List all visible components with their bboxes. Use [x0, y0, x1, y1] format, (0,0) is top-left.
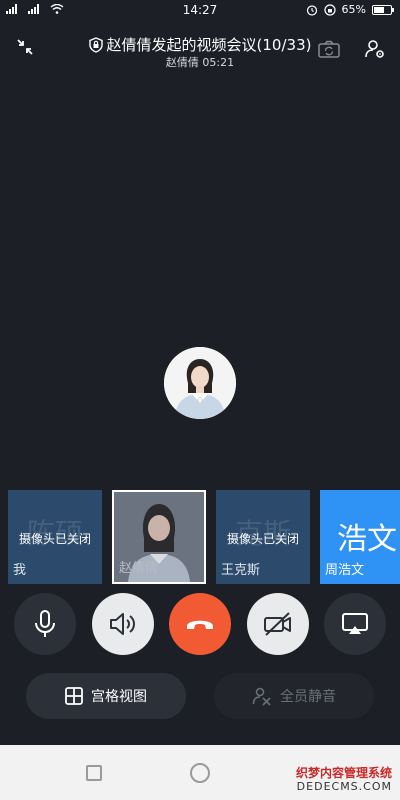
status-bar: 14:27 65%	[0, 0, 400, 22]
mute-all-label: 全员静音	[280, 689, 336, 705]
screen-share-icon	[342, 613, 368, 634]
switch-camera-button[interactable]	[314, 34, 344, 64]
participant-name: 我	[13, 563, 27, 578]
switch-camera-icon	[318, 40, 340, 58]
watermark: 织梦内容管理系统 DEDECMS.COM	[296, 766, 392, 794]
participant-strip[interactable]: 陈硕 摄像头已关闭 我 赵倩倩 克斯 摄像头已关闭 王克斯 浩文 周浩文	[8, 490, 400, 585]
rotation-lock-icon	[323, 3, 336, 16]
meeting-title: 赵倩倩发起的视频会议(10/33)	[106, 36, 312, 54]
microphone-icon	[35, 610, 55, 637]
member-settings-icon	[365, 40, 384, 58]
grid-view-button[interactable]: 宫格视图	[26, 673, 186, 719]
camera-off-icon	[263, 612, 291, 636]
hang-up-icon	[187, 620, 213, 629]
grid-view-label: 宫格视图	[91, 689, 147, 705]
battery-fill	[374, 6, 385, 13]
participant-initials: 浩文	[337, 522, 397, 557]
call-controls	[14, 593, 386, 655]
participant-tile-me[interactable]: 陈硕 摄像头已关闭 我	[8, 490, 102, 584]
participant-name: 周浩文	[325, 563, 365, 578]
camera-toggle-button[interactable]	[246, 593, 309, 655]
grid-view-icon	[65, 687, 83, 705]
host-avatar	[164, 347, 236, 419]
camera-off-label: 摄像头已关闭	[18, 532, 91, 546]
speaker-button[interactable]	[91, 593, 154, 655]
member-settings-button[interactable]	[360, 34, 390, 64]
battery-icon	[372, 4, 394, 15]
system-nav-bar: 织梦内容管理系统 DEDECMS.COM	[0, 745, 400, 800]
microphone-button[interactable]	[14, 593, 76, 655]
battery-percent: 65%	[341, 3, 366, 16]
participant-tile-speaking[interactable]: 浩文 周浩文	[320, 490, 400, 584]
watermark-url: DEDECMS.COM	[296, 780, 392, 793]
speaker-icon	[109, 613, 135, 635]
host-portrait-image	[164, 347, 236, 419]
mute-all-icon	[252, 687, 271, 706]
home-button[interactable]	[190, 763, 210, 783]
recent-apps-button[interactable]	[86, 765, 102, 781]
meeting-header: 赵倩倩发起的视频会议(10/33) 赵倩倩 05:21	[0, 28, 400, 72]
participant-name: 王克斯	[221, 563, 261, 578]
participant-tile[interactable]: 克斯 摄像头已关闭 王克斯	[216, 490, 310, 584]
participant-tile-selected[interactable]: 赵倩倩	[112, 490, 206, 584]
hang-up-button[interactable]	[169, 593, 231, 655]
participant-name: 赵倩倩	[119, 561, 159, 576]
screen-share-button[interactable]	[324, 593, 386, 655]
mute-all-button[interactable]: 全员静音	[214, 673, 374, 719]
status-right: 65%	[306, 3, 394, 16]
watermark-title: 织梦内容管理系统	[295, 766, 392, 780]
camera-off-label: 摄像头已关闭	[226, 532, 299, 546]
security-shield-icon	[88, 36, 103, 53]
bottom-actions: 宫格视图 全员静音	[26, 673, 374, 719]
alarm-icon	[306, 4, 317, 16]
